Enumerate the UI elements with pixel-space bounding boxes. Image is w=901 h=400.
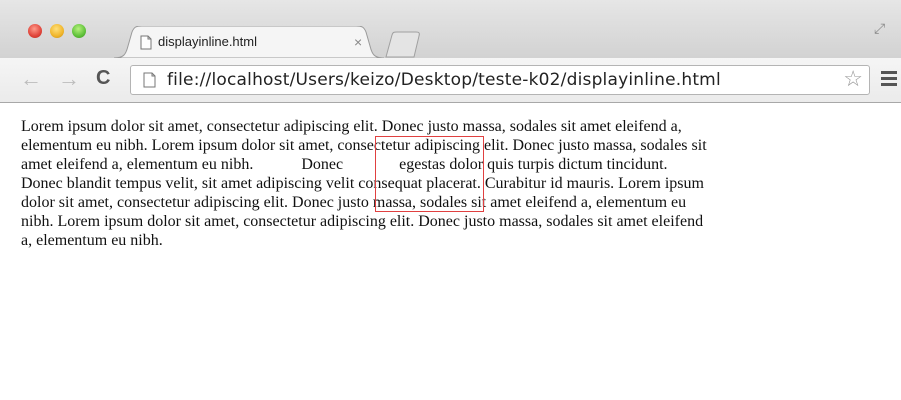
text-line: Donec blandit tempus velit, sit amet adi… [21,175,704,192]
bookmark-star-icon[interactable]: ☆ [843,66,863,92]
close-window-button[interactable] [28,24,42,38]
text-line: nibh. Lorem ipsum dolor sit amet, consec… [21,213,704,230]
back-button[interactable]: ← [20,68,42,90]
inline-block-outline [375,136,484,212]
maximize-window-button[interactable] [72,24,86,38]
menu-icon[interactable] [881,71,897,89]
tab-title: displayinline.html [158,34,257,49]
text-line: amet eleifend a, elementum eu nibh. Done… [21,156,668,173]
new-tab-button[interactable] [384,31,424,58]
text-line: a, elementum eu nibh. [21,232,163,249]
fullscreen-icon[interactable]: ⤢ [874,20,885,37]
page-content: Lorem ipsum dolor sit amet, consectetur … [0,103,901,400]
text-line: elementum eu nibh. Lorem ipsum dolor sit… [21,137,707,154]
reload-button[interactable]: C [96,67,110,90]
tab-close-icon[interactable]: × [354,34,362,50]
page-icon [143,72,156,88]
text-line: dolor sit amet, consectetur adipiscing e… [21,194,687,211]
page-icon [140,35,152,50]
url-text[interactable]: file://localhost/Users/keizo/Desktop/tes… [167,70,721,90]
tab-strip: displayinline.html × ⤢ [0,0,901,58]
tab-active[interactable]: displayinline.html × [114,26,384,58]
address-bar[interactable]: file://localhost/Users/keizo/Desktop/tes… [130,65,870,95]
forward-button[interactable]: → [58,68,80,90]
browser-window: displayinline.html × ⤢ ← → C file://loca… [0,0,901,400]
toolbar: ← → C file://localhost/Users/keizo/Deskt… [0,58,901,103]
text-line: Lorem ipsum dolor sit amet, consectetur … [21,118,682,135]
minimize-window-button[interactable] [50,24,64,38]
